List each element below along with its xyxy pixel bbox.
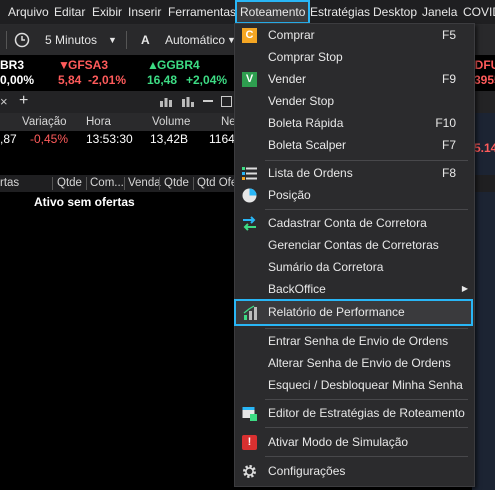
ticker-price: 3955 [474,73,495,87]
menu-ferramentas[interactable]: Ferramentas [168,0,236,24]
menu-item-comprar[interactable]: C Comprar F5 [235,24,474,46]
toolbar-divider [6,31,7,49]
column-header[interactable]: rtas [0,175,19,192]
sell-letter-v-icon: V [242,72,257,87]
chart-icon[interactable] [181,96,195,108]
shortcut: F8 [441,166,456,180]
ticker-change: +2,04% [186,73,228,87]
menu-item-comprar-stop[interactable]: Comprar Stop [235,46,474,68]
menu-estrategias[interactable]: Estratégias [310,0,370,24]
scale-icon: A [141,33,150,47]
bar-chart-icon [243,305,257,320]
menu-item-boleta-rapida[interactable]: Boleta Rápida F10 [235,112,474,134]
menu-item-entrar-senha[interactable]: Entrar Senha de Envio de Ordens [235,330,474,352]
column-header[interactable]: Com... [90,175,124,192]
close-tab-icon[interactable]: × [0,94,8,109]
variation-value: -0,45% [30,132,69,146]
submenu-arrow-icon: ▶ [461,284,468,293]
empty-book-message: Ativo sem ofertas [34,195,135,209]
menu-arquivo[interactable]: Arquivo [8,0,49,24]
menu-separator [265,328,468,329]
shortcut: F5 [441,28,456,42]
ticker-price: 5,84 [58,73,82,87]
menu-item-sumario-corretora[interactable]: Sumário da Corretora [235,256,474,278]
pie-chart-icon [242,188,257,203]
column-header[interactable]: Venda [128,175,161,192]
last-price: ,87 [0,132,17,146]
scale-mode-select[interactable]: Automático [165,25,225,55]
column-divider [52,177,53,190]
column-header[interactable]: Hora [86,113,111,131]
shortcut: F10 [435,116,456,130]
shortcut: F9 [441,72,456,86]
menu-covid[interactable]: COVID [463,0,495,24]
column-header[interactable]: Volume [152,113,190,131]
menu-item-posicao[interactable]: Posição [235,184,474,206]
menu-desktop[interactable]: Desktop [373,0,417,24]
minimize-icon[interactable] [203,100,213,102]
menu-item-boleta-scalper[interactable]: Boleta Scalper F7 [235,134,474,156]
menu-editar[interactable]: Editar [54,0,85,24]
menu-item-editor-estrategias[interactable]: Editor de Estratégias de Roteamento [235,402,474,424]
menu-item-esqueci-senha[interactable]: Esqueci / Desbloquear Minha Senha [235,374,474,396]
menu-separator [265,427,468,428]
ticker-symbol[interactable]: GGBR4 [157,58,200,72]
roteamento-dropdown-menu: C Comprar F5 Comprar Stop V Vender F9 Ve… [234,23,475,487]
ticker-symbol[interactable]: GFSA3 [68,58,108,72]
toolbar-divider [126,31,127,49]
add-tab-icon[interactable]: + [19,92,28,110]
column-divider [159,177,160,190]
menu-separator [265,456,468,457]
menu-item-lista-de-ordens[interactable]: Lista de Ordens F8 [235,162,474,184]
chevron-down-icon[interactable]: ▼ [108,25,117,55]
column-header[interactable]: Variação [22,113,67,131]
buy-letter-c-icon: C [242,28,257,43]
menu-separator [265,399,468,400]
menu-item-vender-stop[interactable]: Vender Stop [235,90,474,112]
column-header[interactable]: Qtde [57,175,82,192]
maximize-icon[interactable] [221,96,232,107]
column-divider [86,177,87,190]
menu-item-vender[interactable]: V Vender F9 [235,68,474,90]
price-label: 5.14 [474,141,495,155]
menu-roteamento[interactable]: Roteamento [234,0,311,24]
gear-icon [243,465,256,478]
shortcut: F7 [441,138,456,152]
menu-item-configuracoes[interactable]: Configurações [235,460,474,482]
menu-janela[interactable]: Janela [422,0,457,24]
menu-separator [265,209,468,210]
ticker-symbol[interactable]: BR3 [0,58,24,72]
volume-value: 13,42B [150,132,189,146]
menu-item-backoffice[interactable]: BackOffice ▶ [235,278,474,300]
menu-item-alterar-senha[interactable]: Alterar Senha de Envio de Ordens [235,352,474,374]
alert-icon: ! [242,435,257,450]
order-list-icon [242,167,257,180]
clock-icon[interactable] [14,32,30,48]
time-value: 13:53:30 [86,132,133,146]
menu-item-cadastrar-conta[interactable]: Cadastrar Conta de Corretora [235,212,474,234]
transfer-arrows-icon [243,216,256,231]
column-divider [124,177,125,190]
menu-separator [265,160,468,161]
column-divider [193,177,194,190]
trades-value: 1164 [209,132,235,146]
menu-inserir[interactable]: Inserir [128,0,161,24]
ticker-change: 0,00% [0,73,35,87]
chart-area[interactable]: 5.14 [472,113,495,490]
chart-icon[interactable] [159,96,173,108]
ticker-price: 16,48 [147,73,178,87]
ticker-change: -2,01% [88,73,127,87]
menu-item-gerenciar-contas[interactable]: Gerenciar Contas de Corretoras [235,234,474,256]
menu-item-modo-simulacao[interactable]: ! Ativar Modo de Simulação [235,431,474,453]
menu-exibir[interactable]: Exibir [92,0,122,24]
strategy-editor-icon [242,407,257,421]
menu-bar: Arquivo Editar Exibir Inserir Ferramenta… [0,0,495,25]
column-header[interactable]: Qtde [164,175,189,192]
interval-select[interactable]: 5 Minutos [45,25,97,55]
menu-item-relatorio-performance[interactable]: Relatório de Performance [234,299,473,326]
